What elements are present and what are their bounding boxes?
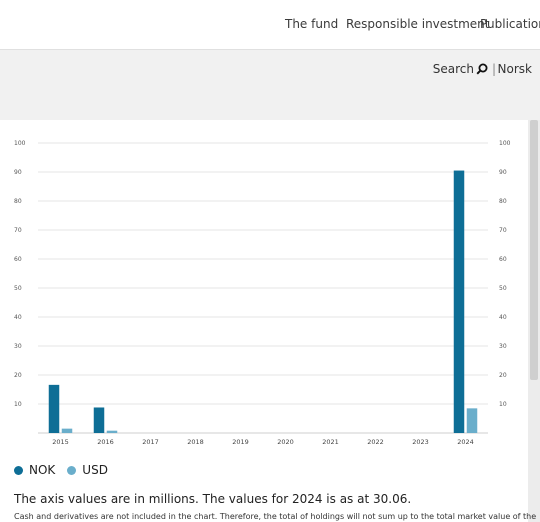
nav-item-the-fund[interactable]: The fund xyxy=(285,17,338,31)
nav-item-publications[interactable]: Publications xyxy=(480,17,540,31)
x-tick-label: 2022 xyxy=(367,438,384,446)
y-tick-label-right: 80 xyxy=(499,198,507,205)
y-tick-label-right: 30 xyxy=(499,343,507,350)
legend-nok-dot xyxy=(14,465,23,475)
bar-usd-2024[interactable] xyxy=(466,408,478,433)
y-tick-label-left: 80 xyxy=(14,198,22,205)
chart-grid xyxy=(38,142,488,434)
utility-bar: Search | Norsk xyxy=(0,49,540,88)
language-switch[interactable]: Norsk xyxy=(498,62,532,76)
y-tick-label-left: 20 xyxy=(14,372,22,379)
bar-nok-2015[interactable] xyxy=(48,384,60,433)
y-tick-label-right: 20 xyxy=(499,372,507,379)
bar-nok-2016[interactable] xyxy=(93,407,105,433)
search-link[interactable]: Search xyxy=(433,62,474,76)
x-tick-label: 2021 xyxy=(322,438,339,446)
x-tick-label: 2024 xyxy=(457,438,474,446)
legend-usd-dot xyxy=(67,465,77,475)
top-navigation: The fund Responsible investment Publicat… xyxy=(0,0,540,48)
x-tick-label: 2017 xyxy=(142,438,159,446)
y-tick-label-left: 40 xyxy=(14,314,22,321)
chart-bars xyxy=(48,170,478,434)
x-tick-label: 2020 xyxy=(277,438,294,446)
y-tick-label-right: 70 xyxy=(499,227,507,234)
x-axis-labels: 2015 2016 2017 2018 2019 2020 2021 2022 2023 2024 xyxy=(52,438,474,446)
x-tick-label: 2015 xyxy=(52,438,69,446)
y-tick-label-left: 90 xyxy=(14,169,22,176)
y-tick-label-right: 50 xyxy=(499,285,507,292)
legend-nok-label[interactable]: NOK xyxy=(29,463,55,477)
axis-note: The axis values are in millions. The val… xyxy=(14,492,412,506)
x-tick-label: 2018 xyxy=(187,438,204,446)
x-tick-label: 2019 xyxy=(232,438,249,446)
y-tick-label-right: 60 xyxy=(499,256,507,263)
y-tick-label-right: 100 xyxy=(499,140,511,147)
y-tick-label-left: 30 xyxy=(14,343,22,350)
x-tick-label: 2023 xyxy=(412,438,429,446)
nav-item-responsible-investment[interactable]: Responsible investment xyxy=(346,17,490,31)
scrollbar[interactable] xyxy=(528,120,540,522)
y-tick-label-left: 100 xyxy=(14,140,26,147)
y-tick-label-right: 90 xyxy=(499,169,507,176)
bar-usd-2015[interactable] xyxy=(61,428,73,433)
detail-note: Cash and derivatives are not included in… xyxy=(14,512,537,521)
section-band xyxy=(0,88,540,120)
y-tick-label-left: 10 xyxy=(14,401,22,408)
y-tick-label-left: 60 xyxy=(14,256,22,263)
y-tick-label-left: 70 xyxy=(14,227,22,234)
y-tick-label-left: 50 xyxy=(14,285,22,292)
separator: | xyxy=(491,62,496,76)
y-axis-right: 10 20 30 40 50 60 70 80 90 100 xyxy=(499,140,511,408)
x-tick-label: 2016 xyxy=(97,438,114,446)
bar-usd-2016[interactable] xyxy=(106,430,118,433)
holdings-bar-chart: 10 20 30 40 50 60 70 80 90 100 10 20 30 40 50 60 70 80 90… xyxy=(14,140,511,446)
legend-usd-label[interactable]: USD xyxy=(82,463,108,477)
scrollbar-thumb[interactable] xyxy=(530,120,538,380)
chart-legend: NOK USD xyxy=(14,463,120,477)
y-tick-label-right: 10 xyxy=(499,401,507,408)
search-icon[interactable] xyxy=(476,63,488,75)
y-tick-label-right: 40 xyxy=(499,314,507,321)
bar-nok-2024[interactable] xyxy=(453,170,465,434)
y-axis-left: 10 20 30 40 50 60 70 80 90 100 xyxy=(14,140,26,408)
